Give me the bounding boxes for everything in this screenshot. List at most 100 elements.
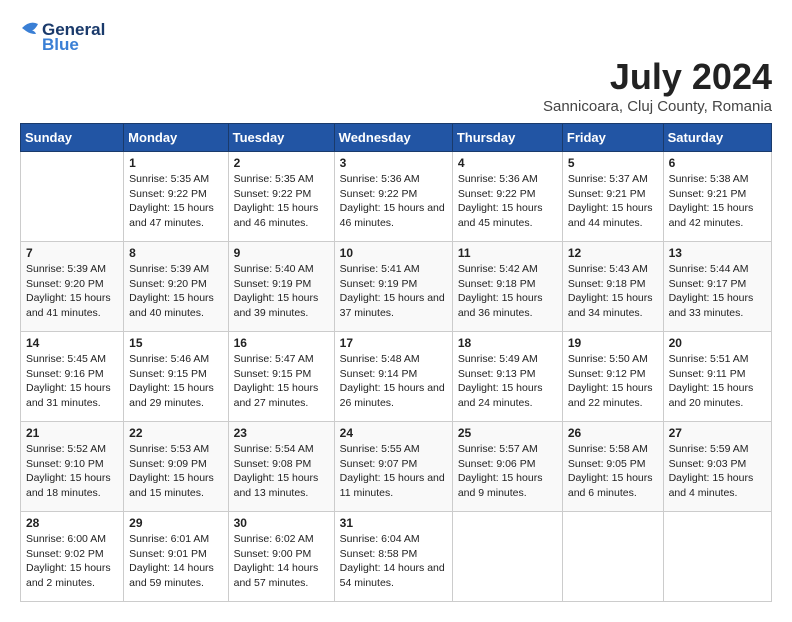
day-number: 30 bbox=[234, 516, 329, 530]
day-cell: 13Sunrise: 5:44 AMSunset: 9:17 PMDayligh… bbox=[663, 242, 771, 332]
day-number: 9 bbox=[234, 246, 329, 260]
day-cell: 5 Sunrise: 5:37 AMSunset: 9:21 PMDaylight… bbox=[562, 152, 663, 242]
day-info: Sunrise: 5:53 AMSunset: 9:09 PMDaylight:… bbox=[129, 442, 222, 501]
day-number: 7 bbox=[26, 246, 118, 260]
week-row-1: 1 Sunrise: 5:35 AMSunset: 9:22 PMDaylight… bbox=[21, 152, 772, 242]
day-cell: 4 Sunrise: 5:36 AMSunset: 9:22 PMDaylight… bbox=[452, 152, 562, 242]
day-number: 6 bbox=[669, 156, 766, 170]
day-cell: 8 Sunrise: 5:39 AMSunset: 9:20 PMDaylight… bbox=[124, 242, 228, 332]
page-header: General Blue July 2024 Sannicoara, Cluj … bbox=[20, 20, 772, 115]
day-cell: 19 Sunrise: 5:50 AMSunset: 9:12 PMDayligh… bbox=[562, 332, 663, 422]
calendar-body: 1 Sunrise: 5:35 AMSunset: 9:22 PMDaylight… bbox=[21, 152, 772, 602]
bird-icon bbox=[20, 20, 40, 56]
day-cell: 2 Sunrise: 5:35 AMSunset: 9:22 PMDaylight… bbox=[228, 152, 334, 242]
week-row-2: 7 Sunrise: 5:39 AMSunset: 9:20 PMDaylight… bbox=[21, 242, 772, 332]
day-number: 14 bbox=[26, 336, 118, 350]
calendar-header: SundayMondayTuesdayWednesdayThursdayFrid… bbox=[21, 124, 772, 152]
location: Sannicoara, Cluj County, Romania bbox=[20, 98, 772, 115]
day-number: 16 bbox=[234, 336, 329, 350]
week-row-5: 28Sunrise: 6:00 AMSunset: 9:02 PMDayligh… bbox=[21, 512, 772, 602]
day-number: 21 bbox=[26, 426, 118, 440]
day-number: 11 bbox=[458, 246, 557, 260]
day-number: 27 bbox=[669, 426, 766, 440]
day-number: 20 bbox=[669, 336, 766, 350]
day-number: 18 bbox=[458, 336, 557, 350]
day-info: Sunrise: 5:41 AMSunset: 9:19 PMDaylight:… bbox=[340, 262, 447, 321]
day-number: 25 bbox=[458, 426, 557, 440]
weekday-header-sunday: Sunday bbox=[21, 124, 124, 152]
day-number: 24 bbox=[340, 426, 447, 440]
day-cell: 17 Sunrise: 5:48 AMSunset: 9:14 PMDayligh… bbox=[334, 332, 452, 422]
day-number: 26 bbox=[568, 426, 658, 440]
day-info: Sunrise: 5:35 AMSunset: 9:22 PMDaylight:… bbox=[129, 172, 222, 231]
day-info: Sunrise: 5:45 AMSunset: 9:16 PMDaylight:… bbox=[26, 352, 118, 411]
weekday-header-row: SundayMondayTuesdayWednesdayThursdayFrid… bbox=[21, 124, 772, 152]
day-cell: 16 Sunrise: 5:47 AMSunset: 9:15 PMDayligh… bbox=[228, 332, 334, 422]
day-cell: 25Sunrise: 5:57 AMSunset: 9:06 PMDayligh… bbox=[452, 422, 562, 512]
day-info: Sunrise: 5:36 AMSunset: 9:22 PMDaylight:… bbox=[340, 172, 447, 231]
day-info: Sunrise: 6:00 AMSunset: 9:02 PMDaylight:… bbox=[26, 532, 118, 591]
day-number: 13 bbox=[669, 246, 766, 260]
day-number: 15 bbox=[129, 336, 222, 350]
day-info: Sunrise: 5:47 AMSunset: 9:15 PMDaylight:… bbox=[234, 352, 329, 411]
day-cell: 24 Sunrise: 5:55 AMSunset: 9:07 PMDayligh… bbox=[334, 422, 452, 512]
day-info: Sunrise: 5:39 AMSunset: 9:20 PMDaylight:… bbox=[26, 262, 118, 321]
day-cell: 22 Sunrise: 5:53 AMSunset: 9:09 PMDayligh… bbox=[124, 422, 228, 512]
day-cell: 15Sunrise: 5:46 AMSunset: 9:15 PMDayligh… bbox=[124, 332, 228, 422]
day-number: 2 bbox=[234, 156, 329, 170]
day-cell bbox=[562, 512, 663, 602]
day-cell bbox=[452, 512, 562, 602]
weekday-header-saturday: Saturday bbox=[663, 124, 771, 152]
day-info: Sunrise: 5:43 AMSunset: 9:18 PMDaylight:… bbox=[568, 262, 658, 321]
day-cell: 12 Sunrise: 5:43 AMSunset: 9:18 PMDayligh… bbox=[562, 242, 663, 332]
day-info: Sunrise: 5:38 AMSunset: 9:21 PMDaylight:… bbox=[669, 172, 766, 231]
day-cell: 6 Sunrise: 5:38 AMSunset: 9:21 PMDaylight… bbox=[663, 152, 771, 242]
day-info: Sunrise: 5:58 AMSunset: 9:05 PMDaylight:… bbox=[568, 442, 658, 501]
day-info: Sunrise: 5:35 AMSunset: 9:22 PMDaylight:… bbox=[234, 172, 329, 231]
day-cell: 29Sunrise: 6:01 AMSunset: 9:01 PMDayligh… bbox=[124, 512, 228, 602]
day-number: 19 bbox=[568, 336, 658, 350]
day-info: Sunrise: 5:59 AMSunset: 9:03 PMDaylight:… bbox=[669, 442, 766, 501]
week-row-4: 21 Sunrise: 5:52 AMSunset: 9:10 PMDayligh… bbox=[21, 422, 772, 512]
day-number: 12 bbox=[568, 246, 658, 260]
day-cell: 26 Sunrise: 5:58 AMSunset: 9:05 PMDayligh… bbox=[562, 422, 663, 512]
week-row-3: 14 Sunrise: 5:45 AMSunset: 9:16 PMDayligh… bbox=[21, 332, 772, 422]
day-number: 22 bbox=[129, 426, 222, 440]
day-cell: 27 Sunrise: 5:59 AMSunset: 9:03 PMDayligh… bbox=[663, 422, 771, 512]
day-info: Sunrise: 5:55 AMSunset: 9:07 PMDaylight:… bbox=[340, 442, 447, 501]
day-info: Sunrise: 5:52 AMSunset: 9:10 PMDaylight:… bbox=[26, 442, 118, 501]
day-cell bbox=[663, 512, 771, 602]
day-info: Sunrise: 6:04 AMSunset: 8:58 PMDaylight:… bbox=[340, 532, 447, 591]
day-info: Sunrise: 6:02 AMSunset: 9:00 PMDaylight:… bbox=[234, 532, 329, 591]
day-info: Sunrise: 5:50 AMSunset: 9:12 PMDaylight:… bbox=[568, 352, 658, 411]
day-number: 1 bbox=[129, 156, 222, 170]
day-info: Sunrise: 5:51 AMSunset: 9:11 PMDaylight:… bbox=[669, 352, 766, 411]
day-cell: 18Sunrise: 5:49 AMSunset: 9:13 PMDayligh… bbox=[452, 332, 562, 422]
day-number: 10 bbox=[340, 246, 447, 260]
day-cell: 11 Sunrise: 5:42 AMSunset: 9:18 PMDayligh… bbox=[452, 242, 562, 332]
month-year: July 2024 bbox=[20, 56, 772, 98]
day-info: Sunrise: 5:54 AMSunset: 9:08 PMDaylight:… bbox=[234, 442, 329, 501]
day-info: Sunrise: 5:36 AMSunset: 9:22 PMDaylight:… bbox=[458, 172, 557, 231]
day-cell: 31 Sunrise: 6:04 AMSunset: 8:58 PMDayligh… bbox=[334, 512, 452, 602]
day-cell: 9 Sunrise: 5:40 AMSunset: 9:19 PMDaylight… bbox=[228, 242, 334, 332]
day-number: 4 bbox=[458, 156, 557, 170]
day-info: Sunrise: 5:39 AMSunset: 9:20 PMDaylight:… bbox=[129, 262, 222, 321]
day-cell: 21 Sunrise: 5:52 AMSunset: 9:10 PMDayligh… bbox=[21, 422, 124, 512]
day-number: 17 bbox=[340, 336, 447, 350]
calendar-table: SundayMondayTuesdayWednesdayThursdayFrid… bbox=[20, 123, 772, 602]
day-info: Sunrise: 5:40 AMSunset: 9:19 PMDaylight:… bbox=[234, 262, 329, 321]
day-info: Sunrise: 5:42 AMSunset: 9:18 PMDaylight:… bbox=[458, 262, 557, 321]
weekday-header-wednesday: Wednesday bbox=[334, 124, 452, 152]
day-number: 31 bbox=[340, 516, 447, 530]
logo: General Blue bbox=[20, 20, 772, 56]
day-cell bbox=[21, 152, 124, 242]
day-number: 8 bbox=[129, 246, 222, 260]
day-number: 29 bbox=[129, 516, 222, 530]
day-info: Sunrise: 5:48 AMSunset: 9:14 PMDaylight:… bbox=[340, 352, 447, 411]
day-info: Sunrise: 5:37 AMSunset: 9:21 PMDaylight:… bbox=[568, 172, 658, 231]
day-cell: 30 Sunrise: 6:02 AMSunset: 9:00 PMDayligh… bbox=[228, 512, 334, 602]
day-number: 23 bbox=[234, 426, 329, 440]
weekday-header-tuesday: Tuesday bbox=[228, 124, 334, 152]
day-number: 5 bbox=[568, 156, 658, 170]
